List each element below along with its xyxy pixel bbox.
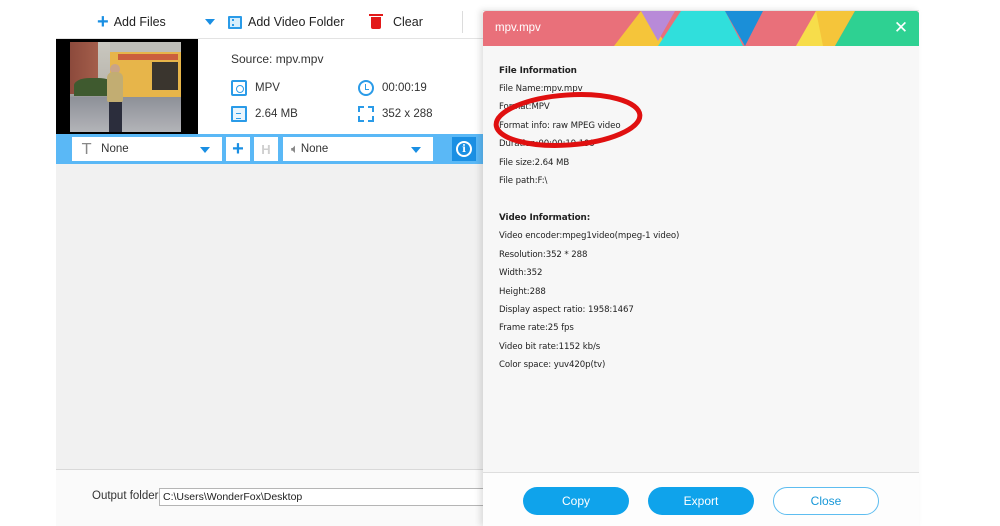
output-folder-label: Output folder: xyxy=(92,490,162,502)
thumbnail-image xyxy=(70,42,181,132)
copy-button[interactable]: Copy xyxy=(523,487,629,515)
file-info-line: File size:2.64 MB xyxy=(499,157,570,168)
dialog-footer: Copy Export Close xyxy=(483,473,919,526)
video-info-line: Width:352 xyxy=(499,268,543,279)
file-size-icon xyxy=(231,106,247,122)
file-info-line: Duration:00:00:19.199 xyxy=(499,139,595,150)
add-files-label: Add Files xyxy=(113,15,166,29)
video-info-line: Display aspect ratio: 1958:1467 xyxy=(499,304,634,315)
plus-icon: + xyxy=(97,11,109,33)
chevron-down-icon xyxy=(411,147,421,153)
subtitle-value: None xyxy=(101,143,129,155)
hd-button[interactable]: H xyxy=(254,137,278,161)
options-bar: T None + H 🔈︎ None i xyxy=(56,134,486,164)
resolution-value: 352 x 288 xyxy=(382,108,433,120)
format-info: MPV xyxy=(231,80,280,96)
file-item[interactable]: Source: mpv.mpv MPV 2.64 MB 00:00:19 352… xyxy=(56,39,486,134)
thumb-person-body xyxy=(107,72,123,102)
duration-value: 00:00:19 xyxy=(382,82,427,94)
header-banner xyxy=(483,11,919,46)
size-info: 2.64 MB xyxy=(231,106,298,122)
toolbar-divider xyxy=(462,11,463,33)
video-thumbnail[interactable] xyxy=(56,39,198,134)
video-info-line: Video bit rate:1152 kb/s xyxy=(499,341,601,352)
audio-track-select[interactable]: 🔈︎ None xyxy=(283,137,433,161)
chevron-down-icon xyxy=(200,147,210,153)
add-files-dropdown[interactable] xyxy=(205,13,215,31)
video-info-line: Frame rate:25 fps xyxy=(499,323,574,334)
trash-icon xyxy=(369,14,383,29)
file-info-line: File Name:mpv.mpv xyxy=(499,84,583,94)
resolution-info: 352 x 288 xyxy=(358,106,433,122)
file-info-heading: File Information xyxy=(499,66,577,76)
clock-icon xyxy=(358,80,374,96)
text-icon: T xyxy=(82,140,92,158)
plus-icon: + xyxy=(232,137,244,160)
thumb-road xyxy=(70,97,181,132)
toolbar: + Add Files Add Video Folder Clear xyxy=(56,0,486,39)
dialog-header: mpv.mpv ✕ xyxy=(483,11,919,46)
format-value: MPV xyxy=(255,82,280,94)
video-folder-icon xyxy=(228,15,242,29)
video-info-heading: Video Information: xyxy=(499,213,591,224)
size-value: 2.64 MB xyxy=(255,108,298,120)
source-filename: Source: mpv.mpv xyxy=(231,52,324,66)
thumb-window xyxy=(152,62,178,90)
file-info-button[interactable]: i xyxy=(452,137,476,161)
export-button[interactable]: Export xyxy=(648,487,754,515)
resolution-icon xyxy=(358,106,374,122)
video-format-icon xyxy=(231,80,247,96)
add-video-folder-label: Add Video Folder xyxy=(248,15,345,29)
dialog-content: File Information File Name:mpv.mpv Forma… xyxy=(499,66,899,377)
thumb-person-legs xyxy=(109,102,122,132)
subtitle-select[interactable]: T None xyxy=(72,137,222,161)
file-info-line: Format:MPV xyxy=(499,102,550,113)
thumb-sign xyxy=(118,54,178,60)
media-info-dialog: mpv.mpv ✕ File Information File Name:mpv… xyxy=(483,10,919,526)
file-info-line: File path:F:\ xyxy=(499,175,548,186)
video-converter-window: + Add Files Add Video Folder Clear Sourc… xyxy=(56,0,489,526)
output-folder-input[interactable] xyxy=(159,488,489,506)
clear-button[interactable]: Clear xyxy=(369,13,423,31)
audio-value: None xyxy=(300,143,329,155)
file-list-area xyxy=(56,164,486,469)
info-icon: i xyxy=(456,141,472,157)
chevron-down-icon xyxy=(205,19,215,25)
file-info-line: Format info: raw MPEG video xyxy=(499,120,621,131)
video-info-line: Resolution:352 * 288 xyxy=(499,249,588,260)
video-info-line: Color space: yuv420p(tv) xyxy=(499,360,606,371)
close-icon[interactable]: ✕ xyxy=(891,17,911,39)
video-info-line: Video encoder:mpeg1video(mpeg-1 video) xyxy=(499,231,680,242)
dialog-title: mpv.mpv xyxy=(495,22,541,34)
clear-label: Clear xyxy=(393,15,423,29)
speaker-icon: 🔈︎ xyxy=(291,141,299,157)
output-bar: Output folder: xyxy=(56,469,489,526)
close-button[interactable]: Close xyxy=(773,487,879,515)
add-files-button[interactable]: + Add Files xyxy=(97,11,166,33)
video-info-line: Height:288 xyxy=(499,286,546,297)
duration-info: 00:00:19 xyxy=(358,80,427,96)
hd-icon: H xyxy=(261,141,271,157)
add-subtitle-button[interactable]: + xyxy=(226,137,250,161)
add-video-folder-button[interactable]: Add Video Folder xyxy=(228,13,344,31)
